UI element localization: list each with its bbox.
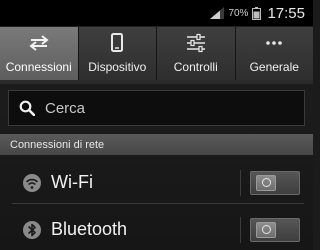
- search-input[interactable]: [43, 91, 304, 125]
- more-dots-icon: [266, 41, 283, 45]
- tabs-divider: [0, 80, 313, 84]
- bluetooth-toggle[interactable]: [250, 217, 300, 242]
- off-indicator-icon: [261, 225, 271, 234]
- search-icon[interactable]: [19, 100, 35, 116]
- toggle-knob: [256, 221, 276, 238]
- tab-label: Controlli: [173, 60, 218, 74]
- row-separator: [240, 216, 241, 243]
- wifi-icon: [23, 173, 41, 192]
- signal-icon: [210, 7, 225, 19]
- status-bar: 70% 17:55: [0, 0, 313, 26]
- wifi-toggle[interactable]: [250, 170, 300, 195]
- swap-arrows-icon: [29, 35, 49, 51]
- sliders-icon: [186, 33, 205, 53]
- tab-label: Dispositivo: [88, 60, 147, 74]
- settings-screen: 70% 17:55 Connessioni Dispositivo Contro…: [0, 0, 313, 250]
- off-indicator-icon: [261, 178, 271, 187]
- bluetooth-icon: [23, 220, 41, 239]
- clock: 17:55: [267, 4, 305, 22]
- row-separator: [240, 169, 241, 196]
- battery-percentage: 70%: [228, 7, 249, 19]
- tab-label: Generale: [249, 60, 299, 74]
- bluetooth-row[interactable]: Bluetooth: [0, 206, 313, 250]
- row-divider: [12, 203, 304, 204]
- tab-connessioni[interactable]: Connessioni: [0, 27, 79, 80]
- search-box[interactable]: [8, 90, 305, 126]
- tab-dispositivo[interactable]: Dispositivo: [78, 27, 157, 80]
- phone-icon: [111, 33, 124, 52]
- wifi-label: Wi-Fi: [51, 172, 93, 192]
- wifi-row[interactable]: Wi-Fi: [0, 159, 313, 206]
- section-header: Connessioni di rete: [0, 134, 313, 155]
- bluetooth-label: Bluetooth: [51, 219, 128, 239]
- tab-label: Connessioni: [5, 60, 72, 74]
- toggle-knob: [256, 174, 276, 191]
- tab-controlli[interactable]: Controlli: [157, 27, 236, 80]
- tab-generale[interactable]: Generale: [235, 27, 313, 80]
- settings-tabs: Connessioni Dispositivo Controlli Genera…: [0, 27, 313, 80]
- battery-icon: [252, 6, 262, 20]
